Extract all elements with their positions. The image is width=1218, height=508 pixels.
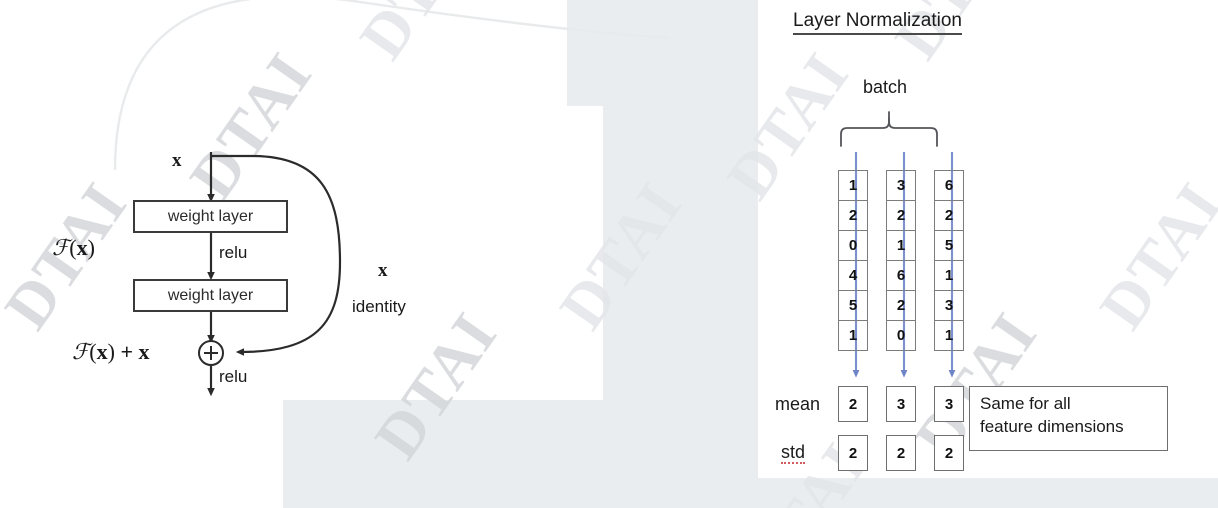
grid-cell: 2 xyxy=(838,200,868,231)
grid-cell: 2 xyxy=(934,200,964,231)
mean-cell: 3 xyxy=(934,386,964,422)
grid-cell: 2 xyxy=(886,290,916,321)
grid-cell: 1 xyxy=(934,320,964,351)
grid-cell: 1 xyxy=(838,320,868,351)
std-row-label: std xyxy=(781,442,806,464)
grid-cell: 1 xyxy=(886,230,916,261)
slide-canvas: DTAI DTAI DTAI DTAI DTAI DTAI DTAI DTAI … xyxy=(0,0,1218,508)
mean-row-label: mean xyxy=(775,394,821,414)
grid-cell: 3 xyxy=(934,290,964,321)
note-box: Same for all feature dimensions xyxy=(969,386,1168,451)
mean-cell: 2 xyxy=(838,386,868,422)
grid-cell: 1 xyxy=(934,260,964,291)
grid-cell: 3 xyxy=(886,170,916,201)
std-cell: 2 xyxy=(934,435,964,471)
note-line: Same for all xyxy=(980,394,1071,413)
grid-cell: 5 xyxy=(838,290,868,321)
grid-cell: 2 xyxy=(886,200,916,231)
grid-cell: 6 xyxy=(934,170,964,201)
grid-cell: 0 xyxy=(838,230,868,261)
grid-cell: 1 xyxy=(838,170,868,201)
std-cell: 2 xyxy=(886,435,916,471)
feature-column: 3 2 1 6 2 0 xyxy=(886,170,916,351)
std-text: std xyxy=(781,442,806,464)
mean-cell: 3 xyxy=(886,386,916,422)
feature-column: 1 2 0 4 5 1 xyxy=(838,170,868,351)
grid-cell: 4 xyxy=(838,260,868,291)
grid-cell: 0 xyxy=(886,320,916,351)
feature-column: 6 2 5 1 3 1 xyxy=(934,170,964,351)
note-line: feature dimensions xyxy=(980,416,1124,436)
grid-cell: 5 xyxy=(934,230,964,261)
std-cell: 2 xyxy=(838,435,868,471)
grid-cell: 6 xyxy=(886,260,916,291)
